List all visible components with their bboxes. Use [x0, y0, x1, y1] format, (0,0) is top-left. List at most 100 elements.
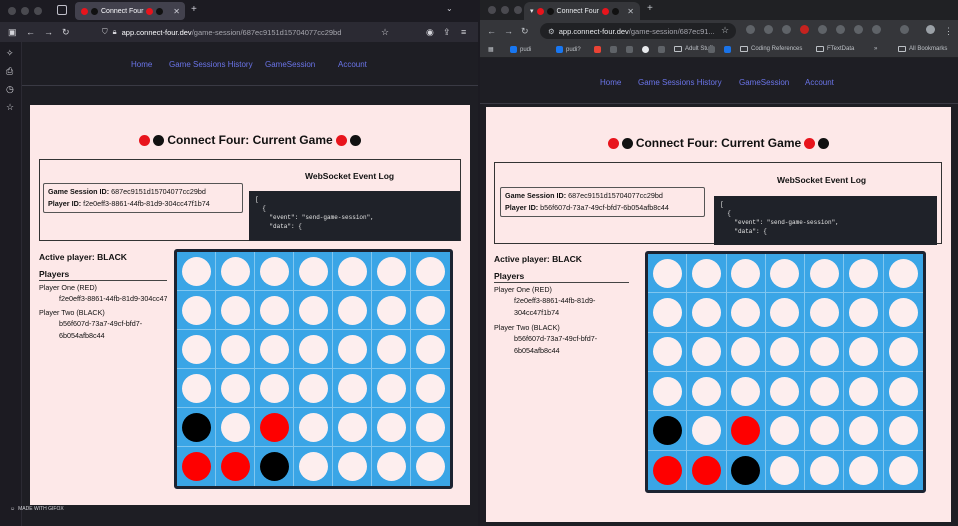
back-icon[interactable]: ← — [487, 25, 496, 37]
board-cell[interactable] — [687, 371, 727, 412]
board-cell[interactable] — [805, 254, 845, 294]
board-cell[interactable] — [216, 291, 255, 330]
board-cell[interactable] — [177, 447, 216, 486]
extension-icon[interactable] — [764, 25, 773, 34]
board-cell[interactable] — [765, 254, 806, 294]
close-window-button[interactable] — [8, 7, 16, 15]
bookmark-site[interactable] — [610, 46, 617, 53]
sidebar-icon[interactable] — [900, 25, 909, 34]
board-cell[interactable] — [177, 291, 216, 330]
apps-icon[interactable]: ▦ — [488, 46, 494, 53]
board-cell[interactable] — [333, 369, 372, 408]
ai-chat-icon[interactable]: ✧ — [6, 48, 14, 59]
board-cell[interactable] — [333, 291, 372, 330]
board-cell[interactable] — [844, 293, 884, 333]
extension-icon[interactable] — [746, 25, 755, 34]
board-cell[interactable] — [687, 332, 727, 372]
board-cell[interactable] — [805, 450, 845, 490]
nav-history-link[interactable]: Game Sessions History — [169, 60, 253, 69]
forward-icon[interactable]: → — [44, 26, 53, 38]
board-cell[interactable] — [765, 371, 806, 412]
board-cell[interactable] — [177, 252, 216, 291]
extension-icon[interactable] — [872, 25, 881, 34]
board-cell[interactable] — [726, 254, 766, 294]
board-cell[interactable] — [844, 254, 884, 294]
bookmark-github[interactable] — [642, 46, 649, 53]
reload-icon[interactable]: ↻ — [521, 25, 529, 37]
board-cell[interactable] — [411, 252, 450, 291]
board-cell[interactable] — [333, 330, 372, 369]
bookmark-site[interactable] — [626, 46, 633, 53]
board-cell[interactable] — [687, 450, 727, 490]
board-cell[interactable] — [372, 408, 411, 447]
url-bar[interactable]: ⛉ 🔒︎ app.connect-four.dev/game-session/6… — [92, 24, 396, 40]
nav-account-link[interactable]: Account — [338, 60, 367, 69]
board-cell[interactable] — [805, 332, 845, 372]
board-cell[interactable] — [411, 408, 450, 447]
board-cell[interactable] — [216, 330, 255, 369]
board-cell[interactable] — [255, 408, 294, 447]
bookmark-star-icon[interactable]: ☆ — [381, 26, 389, 38]
board-cell[interactable] — [648, 254, 688, 294]
board-cell[interactable] — [726, 411, 766, 451]
board-cell[interactable] — [726, 293, 766, 333]
board-cell[interactable] — [411, 369, 450, 408]
nav-account-link[interactable]: Account — [805, 78, 834, 87]
back-icon[interactable]: ← — [26, 26, 35, 38]
synced-tabs-icon[interactable]: ⎙ — [6, 66, 13, 77]
board-cell[interactable] — [726, 371, 766, 412]
board-cell[interactable] — [805, 293, 845, 333]
bookmark-site[interactable] — [708, 46, 715, 53]
all-bookmarks-folder[interactable]: All Bookmarks — [898, 46, 947, 52]
close-tab-icon[interactable]: ✕ — [627, 7, 634, 16]
bookmark-site[interactable] — [724, 46, 731, 53]
board-cell[interactable] — [372, 291, 411, 330]
nav-home-link[interactable]: Home — [131, 60, 152, 69]
board-cell[interactable] — [883, 254, 923, 294]
board-cell[interactable] — [765, 332, 806, 372]
bookmark-star-icon[interactable]: ☆ — [721, 25, 729, 36]
board-cell[interactable] — [884, 451, 923, 490]
board-cell[interactable] — [216, 447, 255, 486]
board-cell[interactable] — [727, 450, 766, 490]
extension-icon[interactable] — [818, 25, 827, 34]
board-cell[interactable] — [411, 291, 450, 330]
board-cell[interactable] — [255, 330, 294, 369]
board-cell[interactable] — [883, 372, 923, 412]
bookmark-pudi-2[interactable]: pudi? — [556, 46, 581, 53]
board-cell[interactable] — [216, 369, 255, 408]
maximize-window-button[interactable] — [34, 7, 42, 15]
board-cell[interactable] — [411, 330, 450, 369]
board-cell[interactable] — [255, 369, 294, 408]
bookmark-gmail[interactable] — [594, 46, 601, 53]
board-cell[interactable] — [648, 332, 688, 372]
board-cell[interactable] — [687, 411, 727, 451]
close-window-button[interactable] — [488, 6, 496, 14]
board-cell[interactable] — [844, 332, 884, 372]
board-cell[interactable] — [216, 252, 255, 291]
board-cell[interactable] — [294, 369, 333, 408]
board-cell[interactable] — [687, 254, 727, 294]
new-tab-icon[interactable]: + — [191, 4, 197, 15]
board-cell[interactable] — [648, 371, 688, 412]
board-cell[interactable] — [216, 408, 255, 447]
extensions-icon[interactable]: ⇪ — [443, 26, 451, 38]
nav-gamesession-link[interactable]: GameSession — [739, 78, 789, 87]
ws-event-log[interactable]: [ { "event": "send-game-session", "data"… — [714, 196, 937, 245]
url-bar[interactable]: ⚙ app.connect-four.dev/game-session/687e… — [540, 23, 736, 39]
board-cell[interactable] — [255, 291, 294, 330]
close-tab-icon[interactable]: ✕ — [173, 7, 180, 16]
extension-icon[interactable] — [782, 25, 791, 34]
board-cell[interactable] — [294, 291, 333, 330]
board-cell[interactable] — [765, 293, 806, 333]
board-cell[interactable] — [805, 371, 845, 412]
nav-gamesession-link[interactable]: GameSession — [265, 60, 315, 69]
list-tabs-icon[interactable]: ⌄ — [446, 4, 453, 13]
board-cell[interactable] — [648, 293, 688, 333]
board-cell[interactable] — [844, 371, 884, 412]
board-cell[interactable] — [844, 411, 884, 451]
board-cell[interactable] — [648, 411, 688, 451]
board-cell[interactable] — [372, 252, 411, 291]
board-cell[interactable] — [883, 293, 923, 333]
minimize-window-button[interactable] — [21, 7, 29, 15]
